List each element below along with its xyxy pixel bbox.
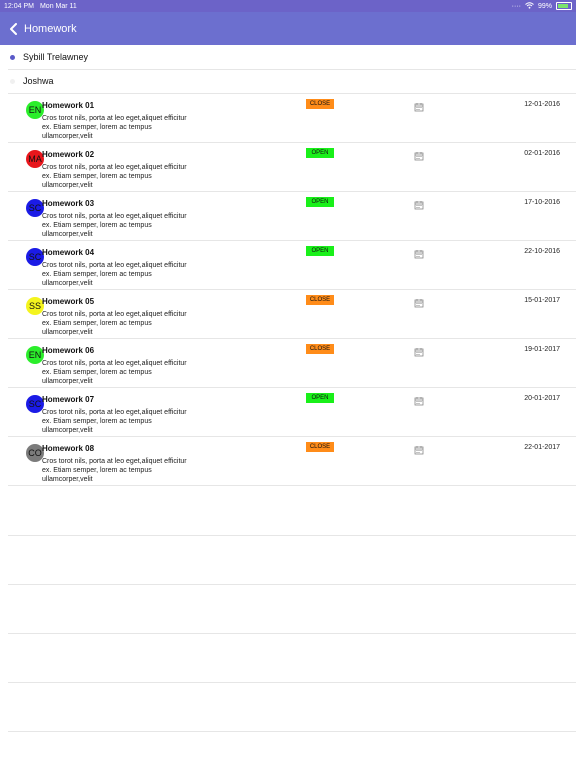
- status-time: 12:04 PM: [4, 2, 34, 10]
- homework-title: Homework 05: [42, 297, 95, 306]
- homework-row[interactable]: SS Homework 05 Cros torot nils, porta at l…: [8, 290, 576, 339]
- empty-row: [8, 584, 576, 634]
- empty-row: [8, 486, 576, 536]
- calendar-icon[interactable]: [414, 393, 424, 406]
- status-badge: OPEN: [306, 393, 334, 403]
- homework-row[interactable]: SC Homework 03 Cros torot nils, porta at l…: [8, 192, 576, 241]
- battery-icon: [556, 2, 572, 10]
- nav-bar: Homework: [0, 12, 576, 45]
- status-badge: OPEN: [306, 197, 334, 207]
- status-badge: OPEN: [306, 246, 334, 256]
- empty-row: [8, 633, 576, 683]
- battery-percent: 99%: [537, 2, 552, 10]
- empty-row: [8, 535, 576, 585]
- status-date: Mon Mar 11: [39, 2, 77, 10]
- homework-title: Homework 07: [42, 395, 95, 404]
- homework-row[interactable]: EN Homework 01 Cros torot nils, porta at l…: [8, 94, 576, 143]
- calendar-icon[interactable]: [414, 197, 424, 210]
- homework-date: 22-01-2017: [524, 444, 560, 451]
- homework-date: 12-01-2016: [524, 101, 560, 108]
- homework-title: Homework 04: [42, 248, 95, 257]
- homework-row[interactable]: SC Homework 04 Cros torot nils, porta at l…: [8, 241, 576, 290]
- status-badge: OPEN: [306, 148, 334, 158]
- status-badge: CLOSE: [306, 295, 334, 305]
- homework-title: Homework 08: [42, 444, 95, 453]
- page-title: Homework: [24, 22, 77, 35]
- signal-dots: ····: [511, 2, 521, 10]
- calendar-icon[interactable]: [414, 442, 424, 455]
- homework-row[interactable]: MA Homework 02 Cros torot nils, porta at l…: [8, 143, 576, 192]
- student-name: Joshwa: [23, 76, 54, 86]
- homework-description: Cros torot nils, porta at leo eget,aliqu…: [42, 115, 187, 140]
- homework-title: Homework 02: [42, 150, 95, 159]
- empty-row: [8, 682, 576, 732]
- homework-date: 20-01-2017: [524, 395, 560, 402]
- homework-title: Homework 01: [42, 101, 95, 110]
- homework-date: 02-01-2016: [524, 150, 560, 157]
- homework-title: Homework 03: [42, 199, 95, 208]
- student-item[interactable]: Sybill Trelawney: [8, 45, 576, 70]
- wifi-icon: [525, 1, 534, 11]
- homework-row[interactable]: EN Homework 06 Cros torot nils, porta at l…: [8, 339, 576, 388]
- status-badge: CLOSE: [306, 344, 334, 354]
- calendar-icon[interactable]: [414, 295, 424, 308]
- homework-date: 15-01-2017: [524, 297, 560, 304]
- calendar-icon[interactable]: [414, 99, 424, 112]
- student-item[interactable]: Joshwa: [8, 69, 576, 94]
- homework-description: Cros torot nils, porta at leo eget,aliqu…: [42, 213, 187, 238]
- homework-date: 22-10-2016: [524, 248, 560, 255]
- radio-selected-icon[interactable]: [10, 54, 15, 60]
- radio-unselected-icon[interactable]: [10, 78, 15, 84]
- homework-title: Homework 06: [42, 346, 95, 355]
- homework-description: Cros torot nils, porta at leo eget,aliqu…: [42, 360, 187, 385]
- homework-date: 19-01-2017: [524, 346, 560, 353]
- homework-description: Cros torot nils, porta at leo eget,aliqu…: [42, 458, 187, 483]
- status-badge: CLOSE: [306, 442, 334, 452]
- student-name: Sybill Trelawney: [23, 52, 89, 62]
- chevron-left-icon[interactable]: [6, 22, 20, 36]
- homework-row[interactable]: CO Homework 08 Cros torot nils, porta at l…: [8, 437, 576, 486]
- homework-row[interactable]: SC Homework 07 Cros torot nils, porta at l…: [8, 388, 576, 437]
- homework-description: Cros torot nils, porta at leo eget,aliqu…: [42, 164, 187, 189]
- status-bar: 12:04 PM Mon Mar 11 ···· 99%: [0, 0, 576, 12]
- calendar-icon[interactable]: [414, 344, 424, 357]
- homework-description: Cros torot nils, porta at leo eget,aliqu…: [42, 409, 187, 434]
- calendar-icon[interactable]: [414, 148, 424, 161]
- homework-description: Cros torot nils, porta at leo eget,aliqu…: [42, 311, 187, 336]
- homework-date: 17-10-2016: [524, 199, 560, 206]
- status-badge: CLOSE: [306, 99, 334, 109]
- calendar-icon[interactable]: [414, 246, 424, 259]
- homework-description: Cros torot nils, porta at leo eget,aliqu…: [42, 262, 187, 287]
